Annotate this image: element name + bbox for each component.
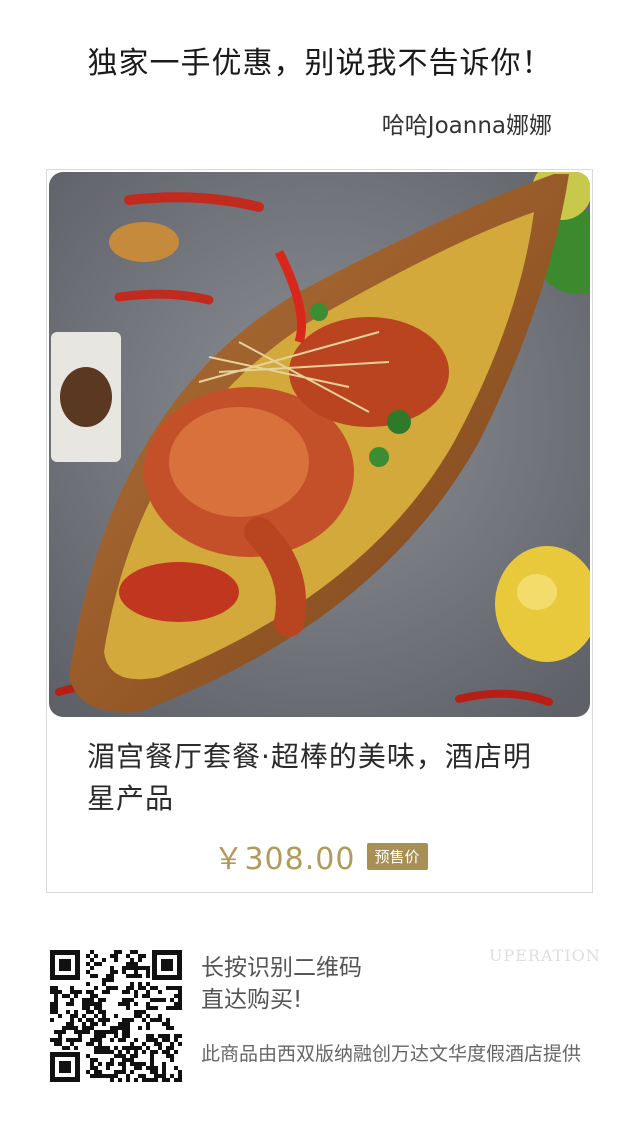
presale-badge: 预售价 <box>366 842 428 870</box>
product-title[interactable]: 湄宫餐厅套餐·超棒的美味，酒店明星产品 <box>87 736 557 820</box>
curry-crab-dish-image <box>49 172 590 717</box>
author-name: 哈哈Joanna娜娜 <box>381 113 552 139</box>
page-headline: 独家一手优惠，别说我不告诉你！ <box>87 46 553 81</box>
brand-watermark: UPERATION <box>489 946 601 965</box>
product-image[interactable] <box>49 172 590 717</box>
qr-code-graphic <box>50 950 182 1082</box>
product-card[interactable]: 湄宫餐厅套餐·超棒的美味，酒店明星产品 ￥308.00 预售价 <box>46 169 593 893</box>
scan-instruction: 长按识别二维码 <box>201 955 362 981</box>
buy-direct-text: 直达购买! <box>201 987 303 1013</box>
qr-code[interactable] <box>50 950 182 1082</box>
product-price: ￥308.00 <box>213 842 356 877</box>
provider-note: 此商品由西双版纳融创万达文华度假酒店提供 <box>201 1043 582 1065</box>
price-row: ￥308.00 预售价 <box>47 834 594 878</box>
